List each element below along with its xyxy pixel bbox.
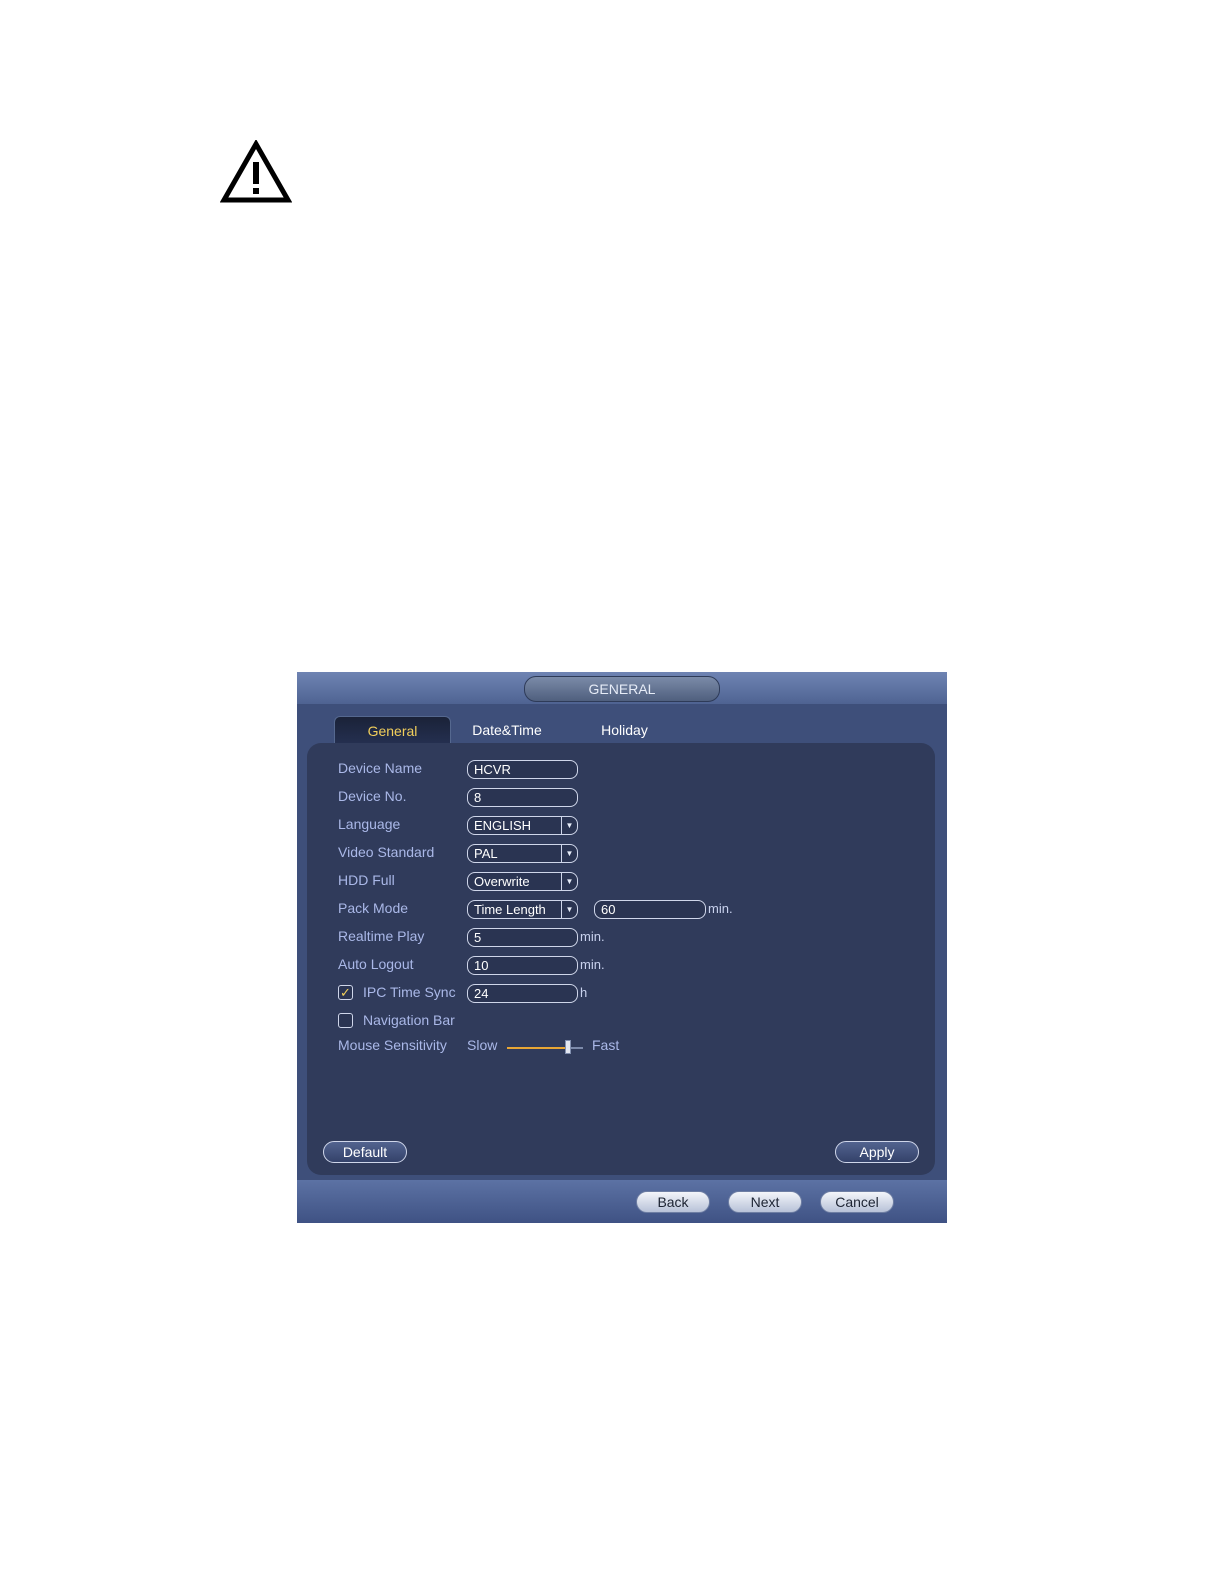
mouse-sensitivity-slider-handle[interactable] [565,1040,571,1054]
auto-logout-label: Auto Logout [338,956,414,972]
ipc-time-sync-unit: h [580,985,588,1000]
navigation-bar-checkbox[interactable] [338,1013,353,1028]
tab-date-time[interactable]: Date&Time [457,716,557,744]
tab-holiday[interactable]: Holiday [577,716,672,744]
video-standard-label: Video Standard [338,844,435,860]
hdd-full-label: HDD Full [338,872,395,888]
chevron-down-icon[interactable]: ▼ [561,817,577,834]
back-button[interactable]: Back [636,1191,710,1213]
device-name-label: Device Name [338,760,423,776]
apply-button[interactable]: Apply [835,1141,919,1163]
ipc-time-sync-checkbox[interactable]: ✓ [338,985,353,1000]
video-standard-select[interactable]: PAL ▼ [467,844,578,863]
pack-mode-select[interactable]: Time Length ▼ [467,900,578,919]
default-button[interactable]: Default [323,1141,407,1163]
footer-bar: Back Next Cancel [297,1180,947,1223]
video-standard-value: PAL [474,846,498,861]
next-button[interactable]: Next [728,1191,802,1213]
general-settings-dialog: GENERAL General Date&Time Holiday Device… [297,672,947,1223]
device-no-label: Device No. [338,788,407,804]
title-bar: GENERAL [297,672,947,704]
ipc-time-sync-label: IPC Time Sync [363,984,456,1000]
dialog-title: GENERAL [524,676,720,702]
pack-length-input[interactable]: 60 [594,900,706,919]
checkmark-icon: ✓ [340,985,351,1000]
mouse-sensitivity-label: Mouse Sensitivity [338,1037,447,1053]
settings-panel: Device Name HCVR Device No. 8 Language E… [307,743,935,1175]
realtime-play-input[interactable]: 5 [467,928,578,947]
navigation-bar-label: Navigation Bar [363,1012,455,1028]
ipc-time-sync-input[interactable]: 24 [467,984,578,1003]
hdd-full-value: Overwrite [474,874,530,889]
device-name-input[interactable]: HCVR [467,760,578,779]
auto-logout-input[interactable]: 10 [467,956,578,975]
pack-mode-value: Time Length [474,902,546,917]
language-label: Language [338,816,401,832]
pack-mode-label: Pack Mode [338,900,409,916]
tab-general[interactable]: General [334,716,451,745]
realtime-play-unit: min. [580,929,605,944]
chevron-down-icon[interactable]: ▼ [561,873,577,890]
warning-triangle-icon [220,140,292,203]
pack-length-unit: min. [708,901,733,916]
cancel-button[interactable]: Cancel [820,1191,894,1213]
language-select[interactable]: ENGLISH ▼ [467,816,578,835]
language-value: ENGLISH [474,818,532,833]
slider-fast-label: Fast [592,1037,620,1053]
auto-logout-unit: min. [580,957,605,972]
chevron-down-icon[interactable]: ▼ [561,901,577,918]
slider-slow-label: Slow [467,1037,498,1053]
hdd-full-select[interactable]: Overwrite ▼ [467,872,578,891]
realtime-play-label: Realtime Play [338,928,425,944]
device-no-input[interactable]: 8 [467,788,578,807]
chevron-down-icon[interactable]: ▼ [561,845,577,862]
mouse-sensitivity-slider-fill [507,1047,568,1049]
